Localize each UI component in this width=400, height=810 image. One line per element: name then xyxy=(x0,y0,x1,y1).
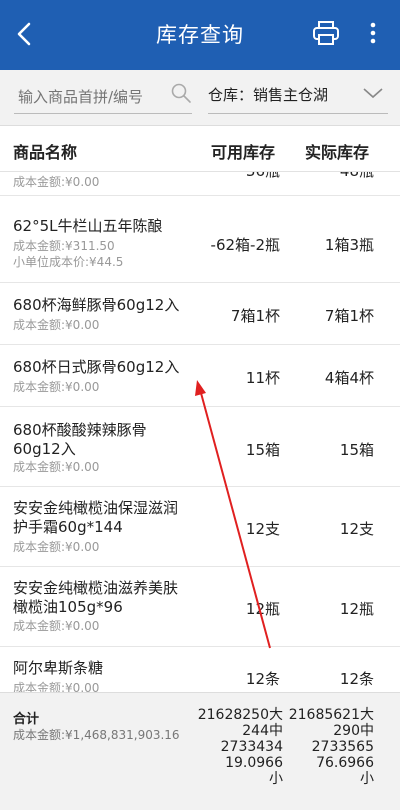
total-available-line: 小 xyxy=(269,771,283,787)
table-row[interactable]: 成本金额:¥0.00 36瓶 48瓶 xyxy=(0,172,400,196)
total-available-line: 19.0966 xyxy=(225,755,283,771)
column-actual-header: 实际库存 xyxy=(305,143,370,162)
search-icon[interactable] xyxy=(170,82,192,104)
column-available-header: 可用库存 xyxy=(211,143,276,162)
totals-footer: 合计 成本金额:¥1,468,831,903.16 21628250大 244中… xyxy=(0,692,400,810)
row-actual: 12支 xyxy=(339,520,374,538)
warehouse-select[interactable]: 仓库：销售主仓湖 xyxy=(208,84,328,105)
column-header: 商品名称 可用库存 实际库存 xyxy=(0,126,400,172)
filter-bar: 仓库：销售主仓湖 xyxy=(0,70,400,126)
table-row[interactable]: 阿尔卑斯条糖 成本金额:¥0.00 12条 12条 xyxy=(0,647,400,692)
row-cost: 成本金额:¥0.00 xyxy=(13,460,100,474)
row-actual: 48瓶 xyxy=(340,172,374,181)
row-actual: 12瓶 xyxy=(339,600,374,618)
row-actual: 12条 xyxy=(339,670,374,688)
table-row[interactable]: 安安金纯橄榄油滋养美肤橄榄油105g*96 成本金额:¥0.00 12瓶 12瓶 xyxy=(0,567,400,647)
total-actual: 21685621大 290中 2733565 76.6966 小 xyxy=(284,707,374,787)
warehouse-value: 销售主仓湖 xyxy=(253,86,329,104)
warehouse-label: 仓库： xyxy=(208,86,254,104)
total-actual-line: 290中 xyxy=(333,723,374,739)
row-cost: 成本金额:¥311.50 xyxy=(13,239,115,253)
row-available: 12瓶 xyxy=(245,600,280,618)
total-label: 合计 xyxy=(13,712,40,727)
row-actual: 7箱1杯 xyxy=(324,307,374,325)
total-available-line: 2733434 xyxy=(220,739,283,755)
row-available: 12条 xyxy=(245,670,280,688)
table-row[interactable]: 62°5L牛栏山五年陈酿 成本金额:¥311.50 小单位成本价:¥44.5 -… xyxy=(0,196,400,283)
row-cost: 成本金额:¥0.00 xyxy=(13,175,100,189)
page-title: 库存查询 xyxy=(156,23,244,47)
row-name: 680杯酸酸辣辣豚骨60g12入 xyxy=(13,421,147,458)
total-actual-line: 21685621大 xyxy=(288,707,374,723)
total-actual-line: 76.6966 xyxy=(316,755,374,771)
row-cost: 成本金额:¥0.00 xyxy=(13,318,100,332)
row-name: 安安金纯橄榄油滋养美肤橄榄油105g*96 xyxy=(13,579,179,616)
inventory-list[interactable]: 成本金额:¥0.00 36瓶 48瓶 62°5L牛栏山五年陈酿 成本金额:¥31… xyxy=(0,172,400,692)
search-input[interactable] xyxy=(14,80,192,114)
row-name: 62°5L牛栏山五年陈酿 xyxy=(13,217,163,235)
row-name: 安安金纯橄榄油保湿滋润护手霜60g*144 xyxy=(13,499,179,536)
row-name: 阿尔卑斯条糖 xyxy=(13,659,104,677)
row-cost: 成本金额:¥0.00 xyxy=(13,619,100,633)
row-available: 36瓶 xyxy=(246,172,280,181)
row-name: 680杯日式豚骨60g12入 xyxy=(13,358,180,376)
row-available: 15箱 xyxy=(245,441,280,459)
row-cost: 成本金额:¥0.00 xyxy=(13,540,100,554)
row-available: 12支 xyxy=(245,520,280,538)
total-actual-line: 小 xyxy=(360,771,374,787)
table-row[interactable]: 680杯日式豚骨60g12入 成本金额:¥0.00 11杯 4箱4杯 xyxy=(0,345,400,407)
row-cost: 成本金额:¥0.00 xyxy=(13,681,100,692)
table-row[interactable]: 680杯海鲜豚骨60g12入 成本金额:¥0.00 7箱1杯 7箱1杯 xyxy=(0,283,400,345)
chevron-down-icon[interactable] xyxy=(362,86,384,100)
total-cost: 成本金额:¥1,468,831,903.16 xyxy=(13,728,180,742)
total-available-line: 21628250大 xyxy=(197,707,283,723)
row-cost: 成本金额:¥0.00 xyxy=(13,380,100,394)
total-available-line: 244中 xyxy=(242,723,283,739)
row-actual: 1箱3瓶 xyxy=(324,236,374,254)
row-actual: 4箱4杯 xyxy=(324,369,374,387)
row-available: 7箱1杯 xyxy=(230,307,280,325)
column-name-header: 商品名称 xyxy=(13,143,78,162)
table-row[interactable]: 680杯酸酸辣辣豚骨60g12入 成本金额:¥0.00 15箱 15箱 xyxy=(0,407,400,487)
more-vertical-icon[interactable] xyxy=(365,20,381,46)
printer-icon[interactable] xyxy=(312,20,340,46)
row-actual: 15箱 xyxy=(339,441,374,459)
total-available: 21628250大 244中 2733434 19.0966 小 xyxy=(193,707,283,787)
row-unit-cost: 小单位成本价:¥44.5 xyxy=(13,255,124,269)
row-name: 680杯海鲜豚骨60g12入 xyxy=(13,296,180,314)
app-header: 库存查询 xyxy=(0,0,400,70)
row-available: -62箱-2瓶 xyxy=(210,236,280,254)
row-available: 11杯 xyxy=(245,369,280,387)
table-row[interactable]: 安安金纯橄榄油保湿滋润护手霜60g*144 成本金额:¥0.00 12支 12支 xyxy=(0,487,400,567)
warehouse-underline xyxy=(208,113,388,114)
total-actual-line: 2733565 xyxy=(311,739,374,755)
